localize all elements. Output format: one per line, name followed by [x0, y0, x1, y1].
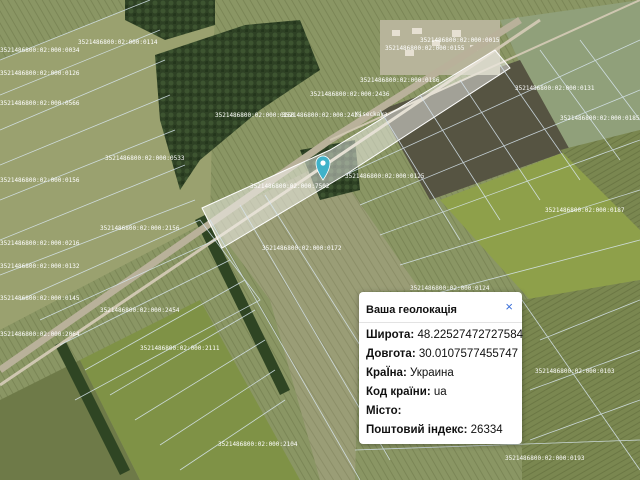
parcel-label[interactable]: 3521486800:02:000:0172 — [262, 245, 342, 252]
popup-title: Ваша геолокація — [366, 304, 457, 316]
parcel-label[interactable]: 3521486800:02:000:7502 — [250, 183, 330, 190]
parcel-label[interactable]: 3521486800:02:000:0034 — [0, 47, 80, 54]
parcel-label[interactable]: 3521486800:02:000:0566 — [0, 100, 80, 107]
parcel-label[interactable]: 3521486800:02:000:2111 — [140, 345, 220, 352]
longitude-value: 30.0107577455747 — [418, 348, 519, 360]
close-icon[interactable]: × — [505, 300, 513, 314]
geolocation-popup: Ваша геолокація × Широта: 48.22527472727… — [359, 292, 523, 444]
country-code-label: Код країни: — [366, 386, 431, 398]
country-label: КраЇна: — [366, 367, 407, 379]
parcel-label[interactable]: 3521486800:02:000:2436 — [310, 91, 390, 98]
parcel-label[interactable]: 3521486800:02:000:0131 — [515, 85, 595, 92]
city-label: Місто: — [366, 405, 402, 417]
parcel-label[interactable]: 3521486800:02:000:0145 — [0, 295, 80, 302]
parcel-label[interactable]: 3521486800:02:000:0185 — [560, 115, 640, 122]
postal-code-row: Поштовий індекс: 26334 — [366, 424, 503, 436]
country-code-value: ua — [433, 386, 447, 398]
parcel-label[interactable]: 3521486800:02:000:2454 — [100, 307, 180, 314]
parcel-label[interactable]: 3521486800:02:000:2156 — [100, 225, 180, 232]
field-right-lower — [522, 280, 640, 480]
latitude-row: Широта: 48.22527472727584 — [366, 329, 523, 341]
parcel-label[interactable]: 3521486800:02:000:0155 — [385, 45, 465, 52]
road-label: Kiseckaya — [355, 111, 388, 118]
parcel-label[interactable]: 3521486800:02:000:0216 — [0, 240, 80, 247]
parcel-label[interactable]: 3521486800:02:000:0125 — [345, 173, 425, 180]
popup-divider — [359, 322, 522, 323]
parcel-label[interactable]: 3521486800:02:000:2104 — [218, 441, 298, 448]
country-code-row: Код країни: ua — [366, 386, 447, 398]
postal-code-value: 26334 — [470, 424, 503, 436]
parcel-label[interactable]: 3521486800:02:000:2064 — [0, 331, 80, 338]
parcel-label[interactable]: 3521486800:02:000:0015 — [420, 37, 500, 44]
parcel-label[interactable]: 3521486800:02:000:0114 — [78, 39, 158, 46]
parcel-label[interactable]: 3521486800:02:000:0533 — [105, 155, 185, 162]
parcel-label[interactable]: 3521486800:02:000:0187 — [545, 207, 625, 214]
city-row: Місто: — [366, 405, 402, 417]
country-value: Украина — [410, 367, 454, 379]
parcel-label[interactable]: 3521486800:02:000:0193 — [505, 455, 585, 462]
satellite-map[interactable]: 3521486800:02:000:0034 3521486800:02:000… — [0, 0, 640, 480]
parcel-label[interactable]: 3521486800:02:000:0124 — [410, 285, 490, 292]
latitude-value: 48.22527472727584 — [417, 329, 523, 341]
longitude-row: Довгота: 30.0107577455747 — [366, 348, 518, 360]
parcel-label[interactable]: 3521486800:02:000:0186 — [360, 77, 440, 84]
parcel-label[interactable]: 3521486800:02:000:0132 — [0, 263, 80, 270]
postal-code-label: Поштовий індекс: — [366, 424, 468, 436]
parcel-label[interactable]: 3521486800:02:000:0103 — [535, 368, 615, 375]
parcel-label[interactable]: 3521486800:02:000:0126 — [0, 70, 80, 77]
country-row: КраЇна: Украина — [366, 367, 454, 379]
latitude-label: Широта: — [366, 329, 415, 341]
parcel-label[interactable]: 3521486800:02:000:0156 — [0, 177, 80, 184]
longitude-label: Довгота: — [366, 348, 416, 360]
parcel-label[interactable]: 3521486800:02:000:2425 — [282, 112, 362, 119]
